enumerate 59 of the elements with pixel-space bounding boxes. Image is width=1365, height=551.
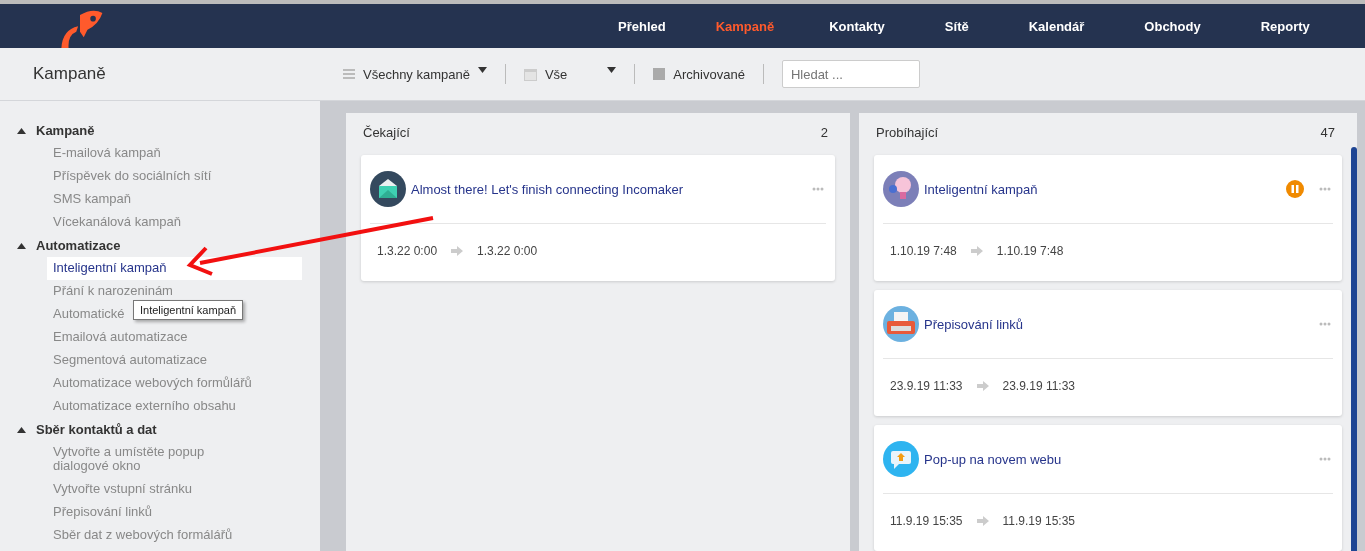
campaign-title[interactable]: Pop-up na novem webu: [924, 451, 1314, 467]
chat-bubble-icon: [883, 441, 919, 477]
end-date: 23.9.19 11:33: [1002, 379, 1076, 393]
scrollbar[interactable]: [1351, 147, 1357, 551]
start-date: 23.9.19 11:33: [890, 379, 963, 393]
campaign-card[interactable]: Pop-up na novem webu 11.9.19 15:35 11.9.19 15:35: [874, 425, 1342, 551]
lightbulb-icon: [883, 171, 919, 207]
collapse-triangle-icon[interactable]: [17, 127, 26, 134]
calendar-icon: [523, 67, 537, 81]
page-title: Kampaně: [33, 64, 107, 84]
campaign-title[interactable]: Almost there! Let's finish connecting Incomaker: [411, 181, 807, 197]
caret-icon: [477, 66, 487, 73]
campaign-title[interactable]: Inteligentní kampaň: [924, 181, 1281, 197]
column-count: 47: [1320, 125, 1335, 140]
sidebar-item[interactable]: Inteligentní kampaň: [47, 257, 302, 280]
more-icon[interactable]: [812, 187, 824, 191]
more-icon[interactable]: [1319, 322, 1331, 326]
more-icon[interactable]: [1319, 457, 1331, 461]
filter-dropdown[interactable]: Všechny kampaně: [363, 66, 487, 82]
campaign-card[interactable]: Přepisování linků 23.9.19 11:33 23.9.19 11:33: [874, 290, 1342, 416]
end-date: 11.9.19 15:35: [1002, 514, 1076, 528]
end-date: 1.3.22 0:00: [477, 244, 538, 258]
tooltip: Inteligentní kampaň: [133, 300, 243, 320]
campaign-title[interactable]: Přepisování linků: [924, 316, 1314, 332]
nav-tab[interactable]: Přehled: [593, 18, 691, 34]
more-icon[interactable]: [1319, 187, 1331, 191]
pause-icon[interactable]: [1286, 180, 1304, 198]
caret-icon: [607, 66, 617, 73]
nav-tab[interactable]: Kalendář: [998, 18, 1115, 34]
date-dropdown[interactable]: Vše: [544, 66, 617, 82]
group-label[interactable]: Sběr kontaktů a dat: [36, 422, 157, 437]
arrow-right-icon: [970, 246, 983, 256]
nav-tab[interactable]: Kampaně: [690, 18, 800, 34]
group-label[interactable]: Automatizace: [36, 238, 121, 253]
nav-tab[interactable]: Kontakty: [799, 18, 915, 34]
search-field[interactable]: Hledat ...: [781, 60, 920, 88]
collapse-triangle-icon[interactable]: [17, 242, 26, 249]
column-title: Probíhající: [876, 125, 939, 140]
collapse-triangle-icon[interactable]: [17, 426, 26, 433]
typewriter-icon: [883, 306, 919, 342]
campaign-card[interactable]: Almost there! Let's finish connecting Incomaker 1.3.22 0:00 1.3.22 0:00: [361, 155, 835, 281]
nav-tab[interactable]: Reporty: [1230, 18, 1340, 34]
campaign-card[interactable]: Inteligentní kampaň 1.10.19 7:48 1.10.19 7:48: [874, 155, 1342, 281]
start-date: 11.9.19 15:35: [890, 514, 963, 528]
envelope-icon: [370, 171, 406, 207]
nav-tab[interactable]: Sítě: [914, 18, 999, 34]
arrow-right-icon: [451, 246, 464, 256]
group-label[interactable]: Kampaně: [36, 123, 95, 138]
archived-button[interactable]: Archivované: [673, 66, 745, 82]
archive-icon: [653, 68, 666, 80]
nav-tab[interactable]: Obchody: [1114, 18, 1231, 34]
end-date: 1.10.19 7:48: [996, 244, 1064, 258]
column-title: Čekající: [363, 125, 410, 140]
column-count: 2: [820, 125, 828, 140]
arrow-right-icon: [976, 516, 989, 526]
start-date: 1.3.22 0:00: [377, 244, 438, 258]
start-date: 1.10.19 7:48: [890, 244, 957, 258]
sliders-icon: [343, 68, 355, 80]
arrow-right-icon: [976, 381, 989, 391]
